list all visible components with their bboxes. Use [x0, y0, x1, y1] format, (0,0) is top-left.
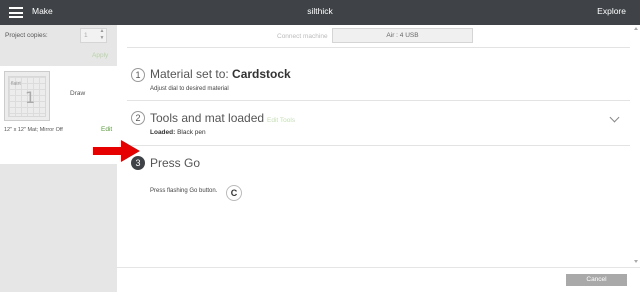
stepper-down-icon[interactable]: ▼ — [97, 35, 107, 42]
chevron-down-icon[interactable] — [609, 112, 620, 123]
copies-stepper[interactable]: ▲ ▼ — [97, 28, 107, 43]
mat-operation-label: Draw — [70, 90, 86, 97]
mat-info: 12" x 12" Mat; Mirror Off — [4, 127, 63, 133]
divider — [127, 100, 630, 101]
cancel-button[interactable]: Cancel — [566, 274, 627, 286]
scroll-down-icon[interactable] — [634, 260, 638, 263]
top-bar: Make silthick Explore — [0, 0, 640, 25]
mat-thumbnail-glyph: 1 — [25, 88, 36, 107]
stepper-up-icon[interactable]: ▲ — [97, 28, 107, 35]
loaded-tools: Loaded: Black pen — [150, 129, 206, 136]
edit-mat-link[interactable]: Edit — [101, 126, 112, 133]
step-3-subtitle: Press flashing Go button. — [150, 188, 218, 194]
edit-tools-link[interactable]: Edit Tools — [267, 117, 295, 124]
connect-machine-label: Connect machine — [277, 33, 328, 40]
main-panel: Connect machine Air : 4 USB 1 Material s… — [117, 25, 640, 267]
scroll-up-icon[interactable] — [634, 27, 638, 30]
divider — [127, 145, 630, 146]
machine-select[interactable]: Air : 4 USB — [332, 28, 473, 43]
mat-thumbnail-text: flatrt — [11, 81, 21, 87]
step-1-title: Material set to: Cardstock — [150, 67, 291, 81]
step-3-title: Press Go — [150, 156, 201, 170]
go-icon[interactable]: C — [226, 185, 242, 201]
step-1-subtitle: Adjust dial to desired material — [150, 86, 229, 92]
step-2-title: Tools and mat loaded — [150, 111, 265, 125]
project-title: silthick — [307, 6, 333, 16]
explore-button[interactable]: Explore — [597, 6, 626, 16]
divider — [127, 47, 630, 48]
step-2-number: 2 — [131, 111, 145, 125]
project-copies-label: Project copies: — [5, 32, 48, 39]
red-arrow-icon — [93, 140, 140, 162]
mat-thumbnail[interactable]: flatrt 1 — [4, 71, 50, 121]
apply-button[interactable]: Apply — [92, 52, 108, 59]
footer-bar: Cancel — [117, 267, 640, 292]
scrollbar[interactable] — [633, 27, 639, 263]
step-1-number: 1 — [131, 68, 145, 82]
